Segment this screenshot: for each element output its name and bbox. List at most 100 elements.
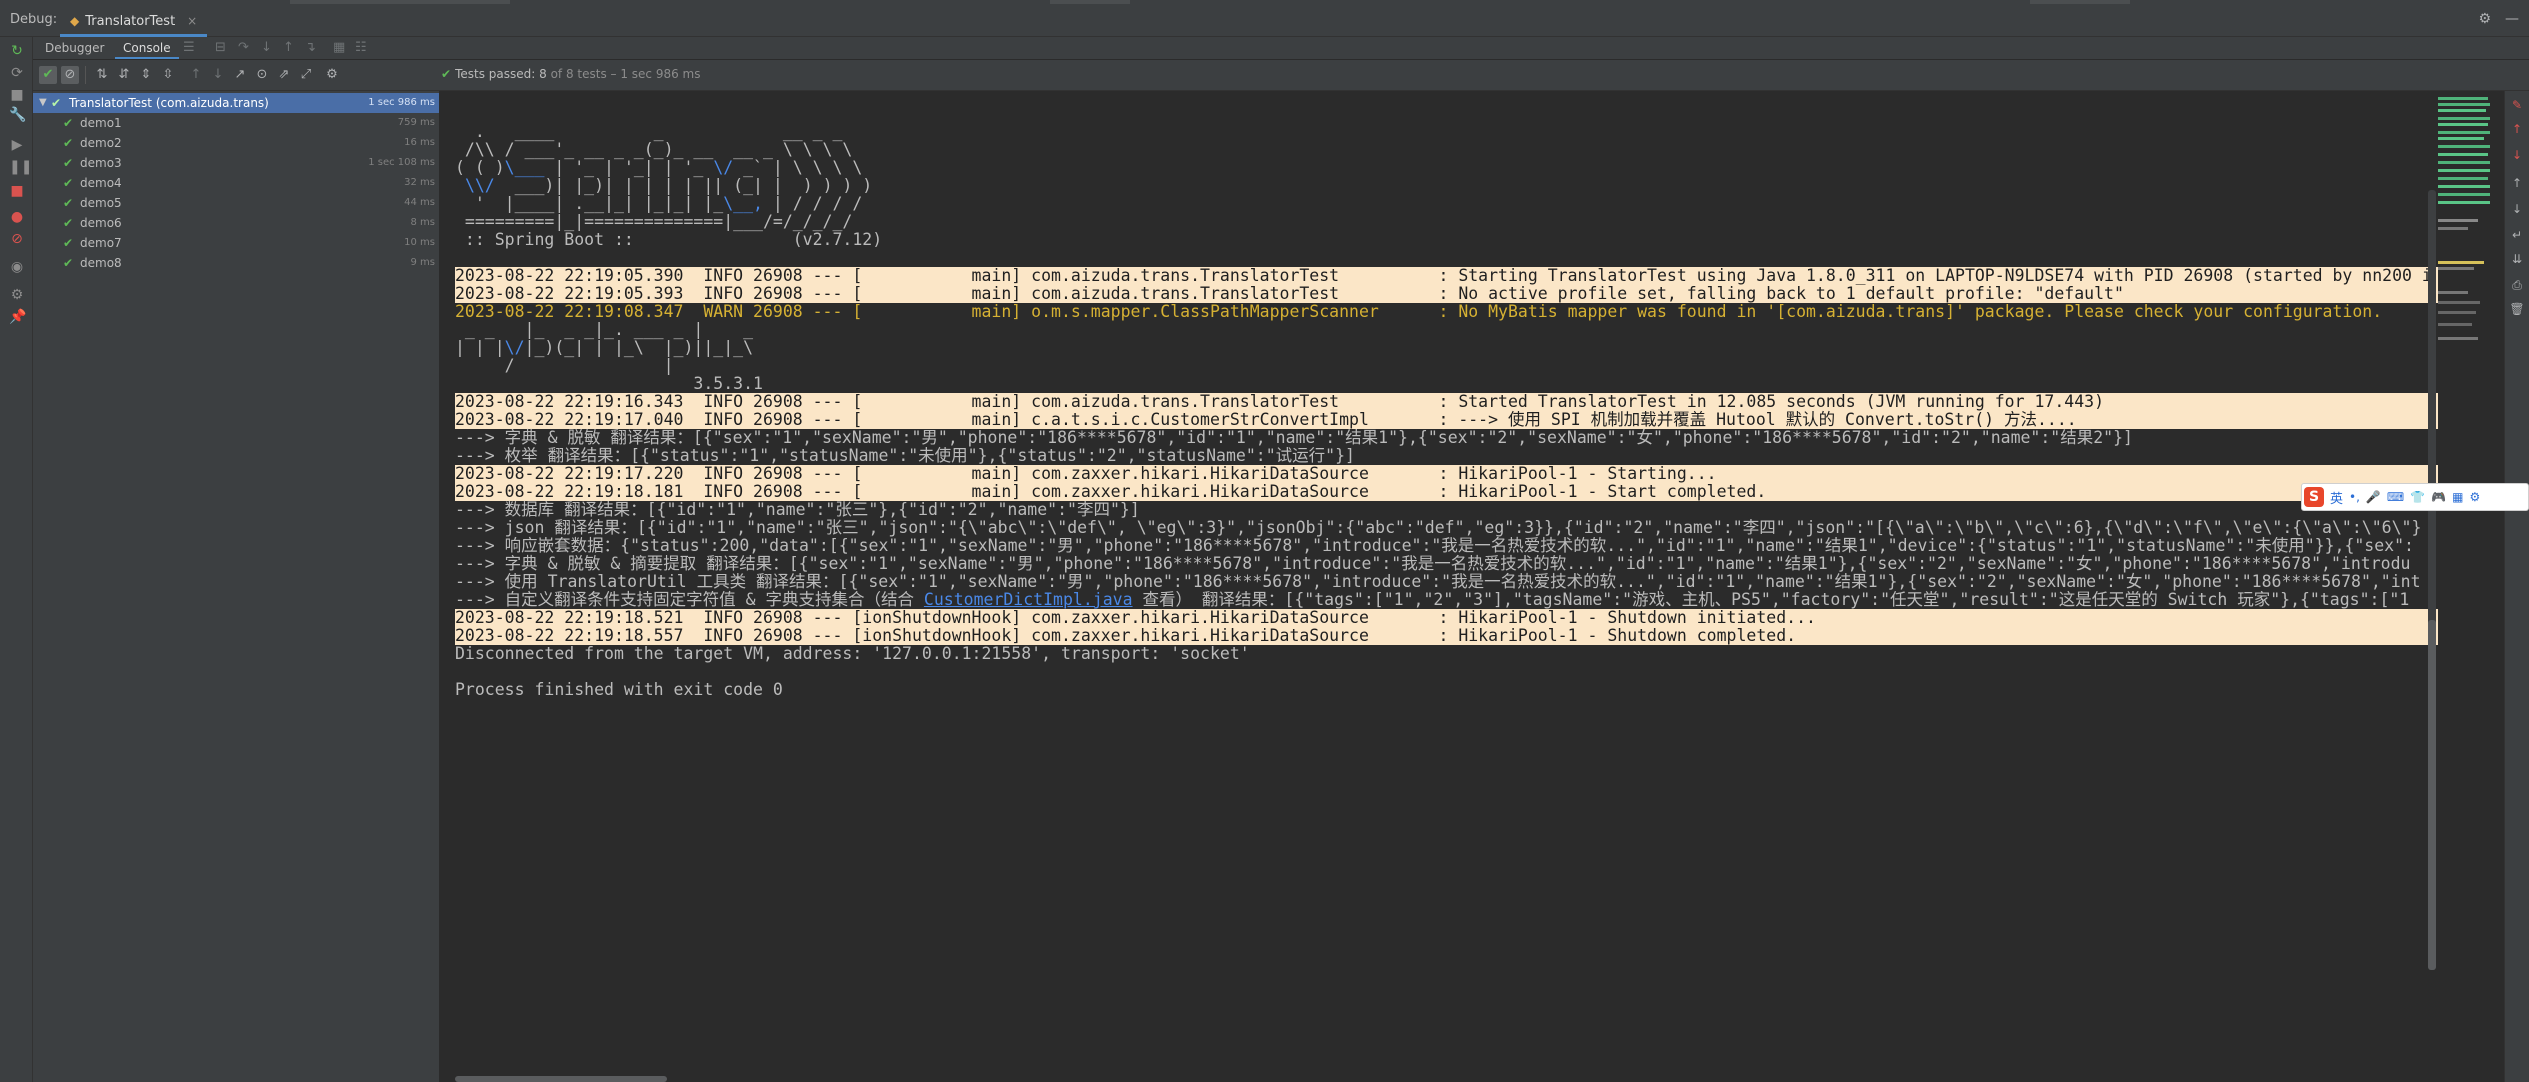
banner-line: :: Spring Boot :: (v2.7.12) — [455, 230, 883, 249]
history-icon[interactable]: ⊙ — [253, 66, 271, 84]
stop-red-icon[interactable]: ■ — [9, 183, 25, 199]
console-scrollbar-thumb[interactable] — [2428, 620, 2436, 970]
run-config-icon: ◆ — [70, 14, 80, 28]
sort-duration-icon[interactable]: ⇵ — [115, 66, 133, 84]
keyboard-icon[interactable]: ⌨ — [2387, 490, 2404, 504]
sogou-logo-icon[interactable]: S — [2304, 487, 2324, 507]
tree-item-demo8[interactable]: ✔ demo8 9 ms — [33, 253, 439, 273]
evaluate-icon[interactable]: ▦ — [333, 40, 345, 55]
scroll-down-icon[interactable]: ↓ — [2509, 201, 2525, 217]
up-red-icon[interactable]: ↑ — [2509, 121, 2525, 137]
sort-alpha-icon[interactable]: ⇅ — [93, 66, 111, 84]
down-red-icon[interactable]: ↓ — [2509, 147, 2525, 163]
status-text: Tests passed: — [455, 67, 536, 81]
gear-icon[interactable]: ⚙ — [323, 66, 341, 84]
mute-breakpoints-icon[interactable]: ⊘ — [9, 231, 25, 247]
check-icon: ✔ — [51, 96, 62, 110]
stop-icon[interactable]: ■ — [9, 87, 25, 103]
step-over-icon[interactable]: ↷ — [238, 40, 249, 55]
pause-icon[interactable]: ❚❚ — [9, 159, 32, 175]
tree-item-name: demo4 — [80, 176, 122, 190]
file-link-customerdictimpl[interactable]: CustomerDictImpl.java — [924, 590, 1133, 609]
status-detail: of 8 tests – 1 sec 986 ms — [550, 67, 701, 81]
check-icon: ✔ — [63, 216, 74, 230]
gear-icon[interactable]: ⚙ — [2478, 11, 2491, 27]
collapse-all-icon[interactable]: ⇳ — [159, 66, 177, 84]
debug-left-toolbar: ↻ ⟳ ■ 🔧 ▶ ❚❚ ■ ● ⊘ ◉ ⚙ 📌 — [0, 37, 33, 1082]
breakpoint-marker-icon[interactable]: ✎ — [2509, 97, 2525, 113]
tree-root-translatortest[interactable]: ▼ ✔ TranslatorTest (com.aizuda.trans) 1 … — [33, 93, 439, 113]
log-line-warn: 2023-08-22 22:19:08.347 WARN 26908 --- [… — [455, 302, 2383, 321]
log-line-info: 2023-08-22 22:19:05.393 INFO 26908 --- [… — [455, 284, 2124, 303]
scroll-to-end-icon[interactable]: ⇊ — [2509, 251, 2525, 267]
tree-item-duration: 8 ms — [410, 217, 436, 228]
step-out-icon[interactable]: ↑ — [283, 40, 294, 55]
prev-failed-icon[interactable]: ↑ — [187, 66, 205, 84]
print-icon[interactable]: ⎙ — [2509, 277, 2525, 293]
ime-language-toggle[interactable]: 英 — [2330, 488, 2343, 507]
skin-icon[interactable]: 👕 — [2410, 490, 2425, 504]
stdout-text: 查看） 翻译结果：[{"tags":["1","2","3"],"tagsNam… — [1132, 590, 2410, 609]
open-external-icon[interactable]: ⤢ — [297, 66, 315, 84]
show-passed-icon[interactable]: ✔ — [39, 66, 57, 84]
next-failed-icon[interactable]: ↓ — [209, 66, 227, 84]
clear-all-icon[interactable]: 🗑 — [2509, 301, 2525, 317]
export-icon[interactable]: ⇗ — [275, 66, 293, 84]
tree-item-demo7[interactable]: ✔ demo7 10 ms — [33, 233, 439, 253]
menu-lines-icon[interactable]: ☰ — [183, 40, 195, 55]
debug-subtabs: Debugger Console ☰ ⊟ ↷ ↓ ↑ ↴ ▦ ☷ — [33, 37, 2529, 59]
ime-toolbar[interactable]: S 英 •, 🎤 ⌨ 👕 🎮 ▦ ⚙ — [2301, 483, 2529, 511]
stdout-line-with-link: ---> 自定义翻译条件支持固定字符值 & 字典支持集合（结合 Customer… — [455, 591, 2409, 609]
tree-item-duration: 1 sec 108 ms — [368, 157, 435, 168]
chevron-down-icon[interactable]: ▼ — [39, 93, 47, 113]
show-ignored-icon[interactable]: ⊘ — [61, 66, 79, 84]
console-toolbar: ✎ ↑ ↓ ↑ ↓ ↵ ⇊ ⎙ 🗑 — [2504, 91, 2529, 1082]
tests-toolbar: ✔ ⊘ ⇅ ⇵ ⇕ ⇳ ↑ ↓ ↗ ⊙ ⇗ ⤢ ⚙ ✔ Tests passed:… — [33, 60, 2529, 91]
console-hscroll-thumb[interactable] — [455, 1076, 667, 1082]
camera-icon[interactable]: ◉ — [9, 259, 25, 275]
punctuation-icon[interactable]: •, — [2349, 490, 2360, 504]
clear-icon[interactable]: ⊟ — [215, 40, 226, 55]
rerun-icon[interactable]: ↻ — [9, 43, 25, 59]
stdout-text: ---> 自定义翻译条件支持固定字符值 & 字典支持集合（结合 — [455, 590, 924, 609]
tree-item-demo5[interactable]: ✔ demo5 44 ms — [33, 193, 439, 213]
run-to-cursor-icon[interactable]: ↴ — [305, 40, 316, 55]
trace-icon[interactable]: ☷ — [355, 40, 367, 55]
import-tests-icon[interactable]: ↗ — [231, 66, 249, 84]
log-line-info: 2023-08-22 22:19:18.521 INFO 26908 --- [… — [455, 608, 1816, 627]
minimize-icon[interactable]: — — [2505, 11, 2519, 27]
console-output[interactable]: . ____ _ __ _ _ /\\ / ___'_ __ _ _(_)_ _… — [440, 91, 2441, 1082]
apps-grid-icon[interactable]: ▦ — [2452, 490, 2463, 504]
game-icon[interactable]: 🎮 — [2431, 490, 2446, 504]
step-into-icon[interactable]: ↓ — [261, 40, 272, 55]
soft-wrap-icon[interactable]: ↵ — [2509, 227, 2525, 243]
gear-icon[interactable]: ⚙ — [9, 287, 25, 303]
tree-item-demo2[interactable]: ✔ demo2 16 ms — [33, 133, 439, 153]
expand-all-icon[interactable]: ⇕ — [137, 66, 155, 84]
session-tab-label: TranslatorTest — [85, 13, 176, 29]
resume-icon[interactable]: ▶ — [9, 137, 25, 153]
tab-debugger[interactable]: Debugger — [37, 39, 112, 57]
settings-wrench-icon[interactable]: 🔧 — [9, 107, 26, 123]
gear-icon[interactable]: ⚙ — [2469, 490, 2480, 504]
close-icon[interactable]: × — [187, 14, 197, 28]
tree-item-demo1[interactable]: ✔ demo1 759 ms — [33, 113, 439, 133]
console-minimap[interactable] — [2438, 91, 2504, 381]
banner-line: ' |____| .__|_| |_|_| |_\__, | / / / / — [455, 194, 863, 213]
tree-item-demo4[interactable]: ✔ demo4 32 ms — [33, 173, 439, 193]
tree-item-name: demo5 — [80, 196, 122, 210]
banner-line: =========|_|==============|___/=/_/_/_/ — [455, 212, 853, 231]
view-breakpoints-icon[interactable]: ● — [9, 209, 25, 225]
tree-item-demo6[interactable]: ✔ demo6 8 ms — [33, 213, 439, 233]
stdout-line: ---> 使用 TranslatorUtil 工具类 翻译结果：[{"sex":… — [455, 572, 2421, 591]
check-icon: ✔ — [63, 236, 74, 250]
tab-console[interactable]: Console — [115, 39, 179, 59]
tree-item-name: demo7 — [80, 236, 122, 250]
pin-icon[interactable]: 📌 — [9, 309, 26, 325]
session-tab-translatortest[interactable]: ◆ TranslatorTest × — [60, 8, 208, 37]
scroll-up-icon[interactable]: ↑ — [2509, 175, 2525, 191]
tree-item-demo3[interactable]: ✔ demo3 1 sec 108 ms — [33, 153, 439, 173]
tree-item-duration: 759 ms — [397, 117, 435, 128]
microphone-icon[interactable]: 🎤 — [2366, 490, 2381, 504]
refresh-icon[interactable]: ⟳ — [9, 65, 25, 81]
